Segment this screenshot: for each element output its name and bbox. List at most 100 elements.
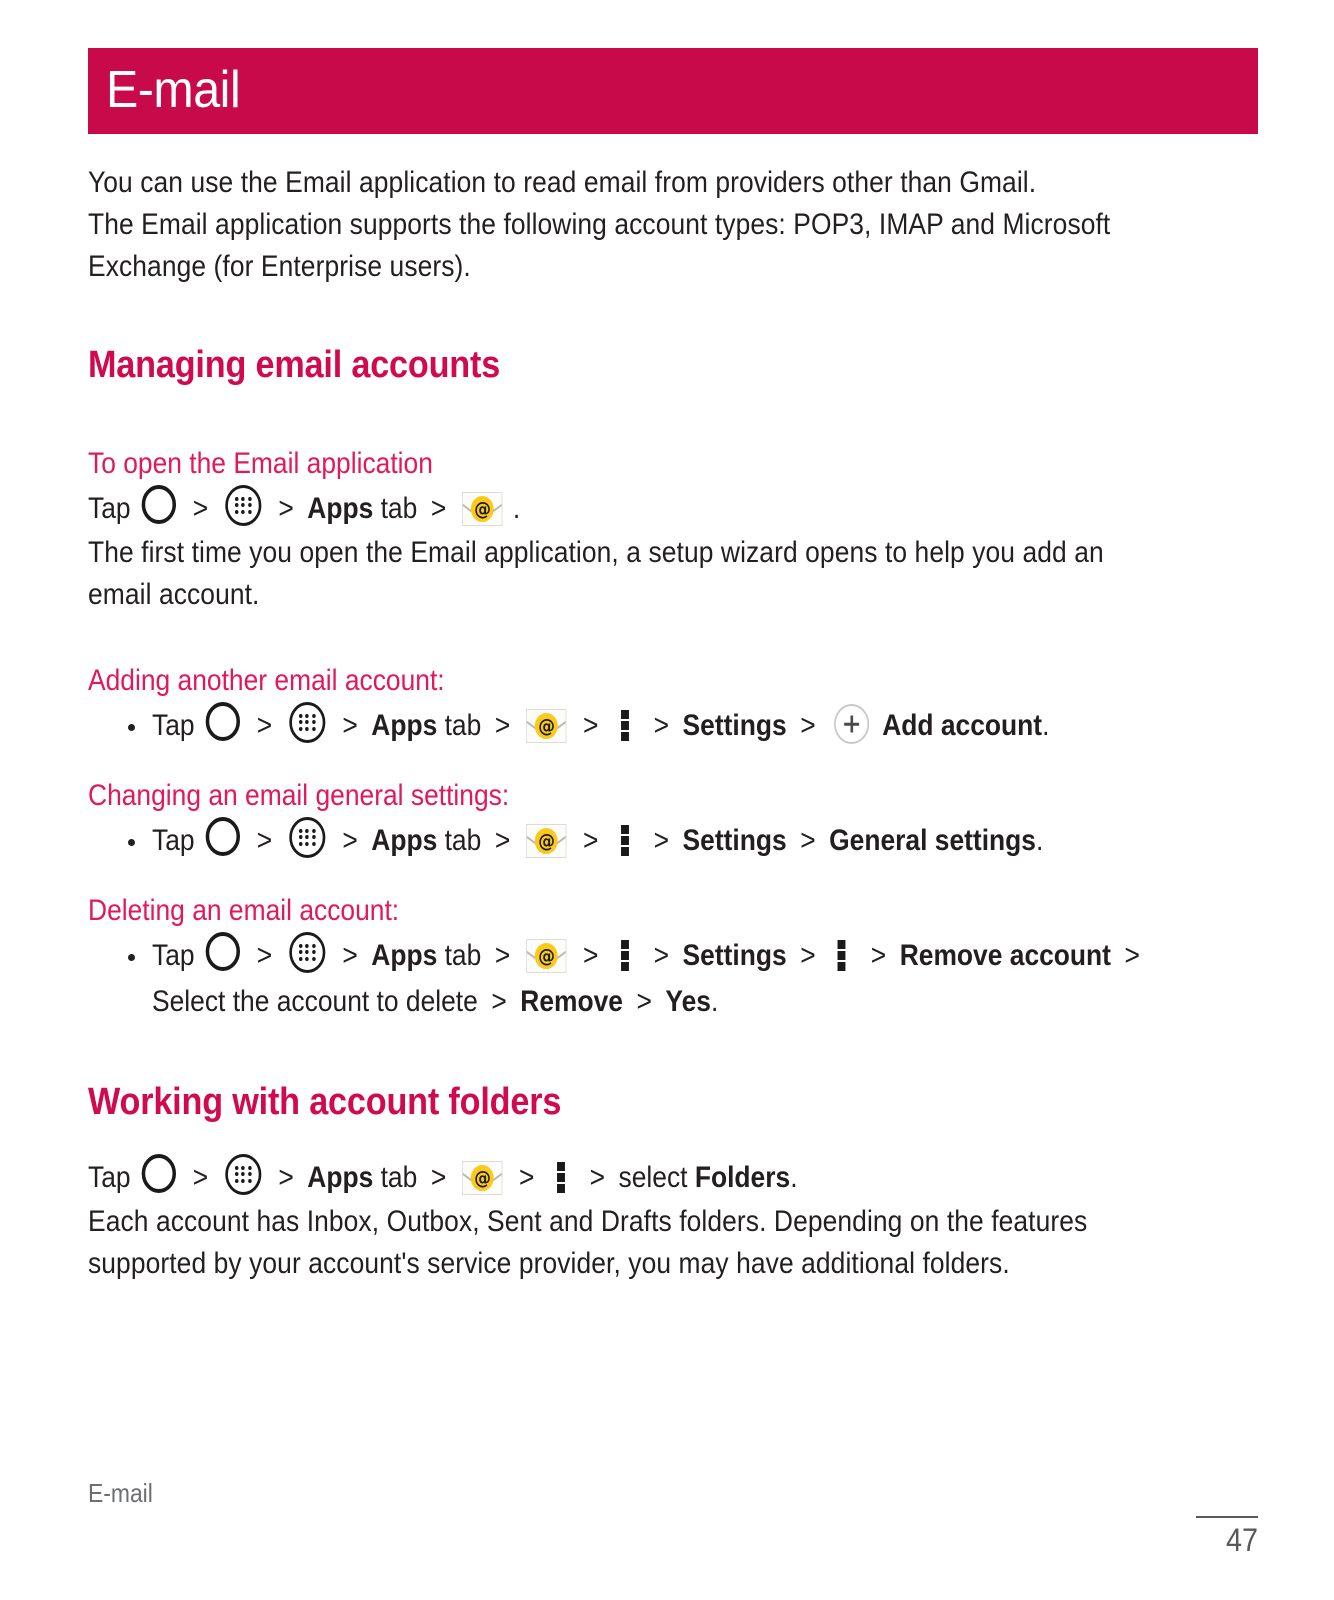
apps-grid-icon (289, 817, 326, 858)
email-envelope-icon: @ (526, 939, 567, 973)
tap-label: Tap (88, 492, 131, 525)
step-separator: > (800, 939, 816, 972)
step-separator: > (192, 492, 209, 525)
kebab-menu-icon (620, 708, 632, 742)
apps-grid-icon (289, 702, 326, 743)
step-separator: > (491, 985, 507, 1018)
trailing-period: . (512, 492, 521, 525)
step-separator: > (430, 1161, 447, 1194)
trailing-period: . (1042, 709, 1050, 742)
steps-working-with-folders: Tap > > Apps tab > @ > > select Folders. (88, 1154, 1118, 1201)
plus-circle-icon (834, 704, 870, 744)
step-separator: > (583, 709, 599, 742)
tab-word: tab (444, 939, 482, 972)
intro-line-1: You can use the Email application to rea… (88, 166, 1037, 199)
tab-word: tab (444, 824, 482, 857)
steps-changing-settings: Tap > > Apps tab > @ > > Settings > Gene… (152, 817, 1125, 864)
folders-label: Folders (694, 1161, 791, 1194)
step-separator: > (636, 985, 652, 1018)
intro-line-3: Exchange (for Enterprise users). (88, 250, 471, 283)
step-separator: > (494, 709, 511, 742)
page-content: You can use the Email application to rea… (88, 162, 1258, 1285)
list-item: Tap > > Apps tab > @ > > Settings > (88, 702, 1258, 749)
steps-open-email-app: Tap > > Apps tab > @ . (88, 485, 1118, 532)
kebab-menu-icon (620, 823, 632, 857)
home-circle-icon (141, 1154, 176, 1193)
settings-label: Settings (682, 939, 787, 972)
step-separator: > (1124, 939, 1140, 972)
step-separator: > (342, 709, 358, 742)
bullet-dot (128, 839, 135, 846)
open-app-note-line-1: The first time you open the Email applic… (88, 536, 1104, 569)
steps-deleting-account-line-2: Select the account to delete > Remove > … (152, 979, 1125, 1025)
subheading-open-email-app: To open the Email application (88, 447, 433, 480)
home-circle-icon (205, 702, 240, 741)
step-separator: > (583, 939, 599, 972)
tap-label: Tap (152, 939, 195, 972)
apps-grid-dots (292, 705, 323, 740)
home-circle-icon (141, 485, 176, 524)
step-separator: > (519, 1161, 535, 1194)
email-envelope-icon: @ (526, 824, 567, 858)
step-separator: > (583, 824, 599, 857)
remove-account-label: Remove account (899, 939, 1111, 972)
bullet-dot (128, 724, 135, 731)
apps-tab-label: Apps (371, 824, 438, 857)
at-glyph: @ (471, 1165, 495, 1191)
kebab-menu-icon (556, 1160, 568, 1194)
step-separator: > (494, 824, 511, 857)
kebab-menu-icon (620, 938, 632, 972)
subheading-adding-account: Adding another email account: (88, 664, 445, 697)
at-glyph: @ (471, 496, 495, 522)
email-envelope-icon: @ (462, 1161, 503, 1195)
folders-note-line-2: supported by your account's service prov… (88, 1247, 1010, 1280)
settings-label: Settings (682, 709, 787, 742)
add-account-label: Add account (882, 709, 1043, 742)
at-glyph: @ (535, 713, 559, 739)
select-account-text: Select the account to delete (152, 985, 478, 1018)
step-separator: > (800, 824, 816, 857)
step-separator: > (800, 709, 816, 742)
apps-grid-icon (289, 932, 326, 973)
apps-grid-dots (228, 1157, 259, 1192)
manual-page: E-mail You can use the Email application… (0, 0, 1334, 1600)
step-separator: > (653, 824, 670, 857)
subheading-changing-settings: Changing an email general settings: (88, 779, 510, 812)
intro-paragraph: You can use the Email application to rea… (88, 162, 1258, 288)
apps-tab-label: Apps (371, 939, 438, 972)
step-separator: > (589, 1161, 606, 1194)
folders-note-line-1: Each account has Inbox, Outbox, Sent and… (88, 1205, 1088, 1238)
apps-grid-icon (225, 485, 262, 526)
tab-word: tab (380, 492, 418, 525)
apps-grid-dots (228, 488, 259, 523)
home-circle-icon (205, 932, 240, 971)
tap-label: Tap (152, 824, 195, 857)
bullet-dot (128, 954, 135, 961)
settings-label: Settings (682, 824, 787, 857)
apps-grid-dots (292, 935, 323, 970)
step-separator: > (870, 939, 887, 972)
trailing-period: . (790, 1161, 798, 1194)
step-separator: > (342, 824, 358, 857)
step-separator: > (192, 1161, 209, 1194)
tap-label: Tap (88, 1161, 131, 1194)
apps-tab-label: Apps (307, 1161, 374, 1194)
yes-label: Yes (665, 985, 711, 1018)
step-separator: > (256, 939, 273, 972)
at-glyph: @ (535, 828, 559, 854)
list-item: Tap > > Apps tab > @ > > Settings > (88, 817, 1258, 864)
apps-tab-label: Apps (371, 709, 438, 742)
page-number-rule (1196, 1516, 1258, 1518)
list-item: Tap > > Apps tab > @ > > Settings > (88, 932, 1258, 1025)
kebab-menu-icon (837, 938, 849, 972)
step-separator: > (342, 939, 358, 972)
open-app-note-line-2: email account. (88, 578, 260, 611)
subheading-deleting-account: Deleting an email account: (88, 894, 400, 927)
footer-section-label: E-mail (88, 1478, 153, 1508)
page-number: 47 (1225, 1522, 1258, 1558)
